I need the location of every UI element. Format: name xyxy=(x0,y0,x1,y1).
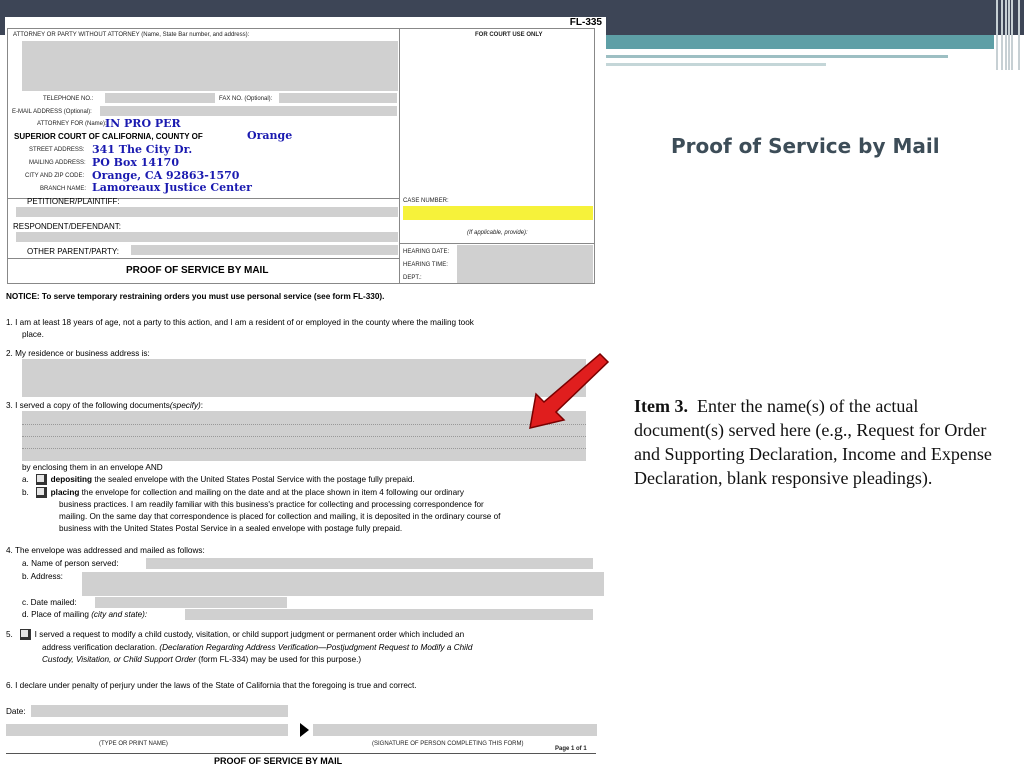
hearing-time-label: HEARING TIME: xyxy=(403,262,448,268)
item5-checkbox[interactable] xyxy=(19,629,31,641)
address-field[interactable] xyxy=(22,359,586,397)
footer-title: PROOF OF SERVICE BY MAIL xyxy=(214,756,343,766)
print-name-field[interactable] xyxy=(6,724,288,736)
item4c-label: c. Date mailed: xyxy=(22,598,77,607)
accent-line xyxy=(606,55,948,58)
street-label: STREET ADDRESS: xyxy=(29,147,85,153)
dept-label: DEPT.: xyxy=(403,275,422,281)
respondent-field[interactable] xyxy=(16,232,398,242)
person-served-field[interactable] xyxy=(146,558,593,569)
item4d-label: d. Place of mailing (city and state): xyxy=(22,610,148,619)
mailing-value: PO Box 14170 xyxy=(92,156,179,169)
item5-line1: 5. I served a request to modify a child … xyxy=(6,629,465,641)
fax-field[interactable] xyxy=(279,93,397,103)
case-number-field[interactable] xyxy=(403,206,593,220)
item4-text: 4. The envelope was addressed and mailed… xyxy=(6,546,205,555)
petitioner-label: PETITIONER/PLAINTIFF: xyxy=(27,197,120,206)
item3b-line2: business practices. I am readily familia… xyxy=(59,500,484,509)
date-label: Date: xyxy=(6,707,26,716)
depositing-checkbox[interactable] xyxy=(35,474,47,486)
date-mailed-field[interactable] xyxy=(95,597,287,608)
form-code: FL-335 xyxy=(569,17,602,28)
item1-line1: 1. I am at least 18 years of age, not a … xyxy=(6,318,474,327)
fax-label: FAX NO. (Optional): xyxy=(219,96,273,102)
attorney-header: ATTORNEY OR PARTY WITHOUT ATTORNEY (Name… xyxy=(13,32,250,38)
item5-line3: Custody, Visitation, or Child Support Or… xyxy=(42,655,362,664)
item4b-label: b. Address: xyxy=(22,572,63,581)
red-arrow-icon xyxy=(529,352,610,429)
court-label: SUPERIOR COURT OF CALIFORNIA, COUNTY OF xyxy=(14,132,203,141)
signature-caption: (SIGNATURE OF PERSON COMPLETING THIS FOR… xyxy=(372,741,524,747)
place-mailed-field[interactable] xyxy=(185,609,593,620)
if-applicable-label: (If applicable, provide): xyxy=(467,230,528,236)
date-field[interactable] xyxy=(31,705,288,717)
branch-label: BRANCH NAME: xyxy=(40,186,87,192)
item3a: a. depositing the sealed envelope with t… xyxy=(22,474,415,486)
telephone-field[interactable] xyxy=(105,93,215,103)
street-value: 341 The City Dr. xyxy=(92,143,193,156)
item3b-line4: business with the United States Postal S… xyxy=(59,524,403,533)
item5-line2: address verification declaration. (Decla… xyxy=(42,643,473,652)
telephone-label: TELEPHONE NO.: xyxy=(43,96,94,102)
case-number-label: CASE NUMBER: xyxy=(403,198,449,204)
type-name-caption: (TYPE OR PRINT NAME) xyxy=(99,741,168,747)
court-use-label: FOR COURT USE ONLY xyxy=(475,32,543,38)
respondent-label: RESPONDENT/DEFENDANT: xyxy=(13,222,122,231)
decorative-lines xyxy=(994,0,1024,70)
city-label: CITY AND ZIP CODE: xyxy=(25,173,85,179)
arrow-marker xyxy=(300,723,309,737)
served-address-field[interactable] xyxy=(82,572,604,596)
note-item-label: Item 3. xyxy=(634,396,688,416)
item4a-label: a. Name of person served: xyxy=(22,559,119,568)
attorney-for-label: ATTORNEY FOR (Name): xyxy=(37,121,107,127)
notice-text: NOTICE: To serve temporary restraining o… xyxy=(6,292,385,301)
signature-field[interactable] xyxy=(313,724,597,736)
attorney-name-field[interactable] xyxy=(22,41,398,91)
item3b-line3: mailing. On the same day that correspond… xyxy=(59,512,501,521)
form-fl335: FL-335 ATTORNEY OR PARTY WITHOUT ATTORNE… xyxy=(5,17,606,768)
other-parent-field[interactable] xyxy=(131,245,398,255)
mailing-label: MAILING ADDRESS: xyxy=(29,160,86,166)
other-parent-label: OTHER PARENT/PARTY: xyxy=(27,247,120,256)
branch-value: Lamoreaux Justice Center xyxy=(92,181,252,194)
accent-line xyxy=(606,63,826,66)
doc-title: PROOF OF SERVICE BY MAIL xyxy=(126,265,269,276)
item1-line2: place. xyxy=(22,330,44,339)
item3b: b. placing the envelope for collection a… xyxy=(22,487,464,499)
hearing-fields[interactable] xyxy=(457,245,593,283)
enclosing-text: by enclosing them in an envelope AND xyxy=(22,463,163,472)
email-field[interactable] xyxy=(100,106,397,116)
note-text: Enter the name(s) of the actual document… xyxy=(634,396,992,488)
placing-checkbox[interactable] xyxy=(35,487,47,499)
slide-title: Proof of Service by Mail xyxy=(671,134,940,158)
instruction-note: Item 3. Enter the name(s) of the actual … xyxy=(634,394,1004,490)
page-number: Page 1 of 1 xyxy=(555,746,587,752)
item6-text: 6. I declare under penalty of perjury un… xyxy=(6,681,417,690)
accent-bar xyxy=(606,35,994,49)
attorney-for-value: IN PRO PER xyxy=(105,117,181,130)
petitioner-field[interactable] xyxy=(16,207,398,217)
email-label: E-MAIL ADDRESS (Optional): xyxy=(12,109,92,115)
county-value: Orange xyxy=(247,129,293,142)
hearing-date-label: HEARING DATE: xyxy=(403,249,450,255)
